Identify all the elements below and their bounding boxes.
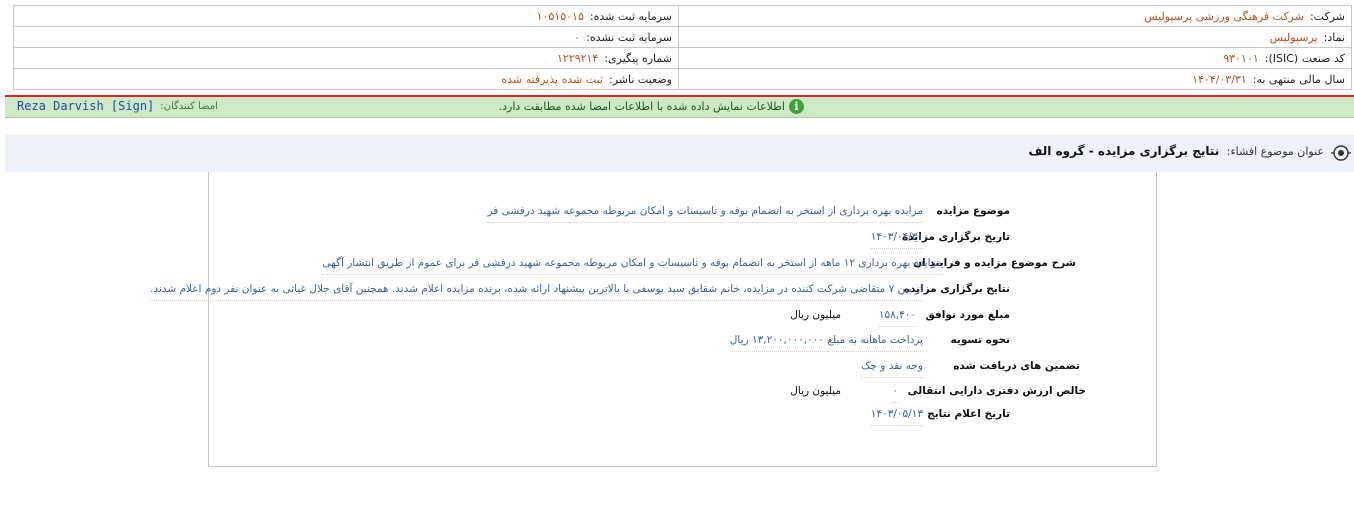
registered-capital-label: سرمایه ثبت شده: — [589, 9, 672, 23]
fiscal-label: سال مالی منتهی به: — [1252, 72, 1345, 86]
process-value: مزایده بهره برداری ۱۲ ماهه از استخر به ا… — [322, 257, 942, 275]
symbol-value[interactable]: پرسپولیس — [1270, 31, 1318, 44]
signers-label: امضا کنندگان: — [160, 100, 218, 112]
company-info-table: شرکت: شرکت فرهنگی ورزشی پرسپولیس سرمایه ث… — [13, 5, 1352, 90]
amount-value: ۱۵۸,۴۰۰ — [878, 309, 916, 327]
tracking-cell: شماره پیگیری: ۱۲۲۹۲۱۴ — [13, 47, 679, 69]
tracking-label: شماره پیگیری: — [604, 51, 672, 65]
isic-cell: کد صنعت (ISIC): ۹۳۰۱۰۱ — [678, 47, 1352, 69]
company-label: شرکت: — [1309, 9, 1345, 23]
net-book-unit: میلیون ریال — [790, 385, 841, 397]
row-results: نتایج برگزاری مزایده از بین ۷ متقاضی شرک… — [150, 283, 1156, 305]
row-topic: موضوع مزایده مزایده بهره برداری از استخر… — [209, 205, 1156, 227]
fiscal-value: ۱۴۰۴/۰۳/۳۱ — [1192, 72, 1247, 86]
net-book-label: خالص ارزش دفتری دارایی انتقالی — [907, 385, 1086, 397]
row-date: تاریخ برگزاری مزایده ۱۴۰۳/۰۴/۳۱ — [209, 231, 1156, 253]
unregistered-capital-label: سرمایه ثبت نشده: — [586, 30, 672, 44]
row-announce: تاریخ اعلام نتایج ۱۴۰۳/۰۵/۱۳ — [209, 408, 1156, 430]
row-net-book: خالص ارزش دفتری دارایی انتقالی ۰ میلیون … — [209, 385, 1156, 407]
amount-unit: میلیون ریال — [790, 309, 841, 321]
isic-label: کد صنعت (ISIC): — [1264, 51, 1345, 65]
subject-title: نتایج برگزاری مزایده - گروه الف — [1028, 144, 1220, 158]
company-value[interactable]: شرکت فرهنگی ورزشی پرسپولیس — [1144, 10, 1304, 23]
tracking-value: ۱۲۲۹۲۱۴ — [556, 51, 599, 65]
verification-message: اطلاعات نمایش داده شده با اطلاعات امضا ش… — [498, 100, 785, 113]
unregistered-capital-value: ۰ — [574, 30, 581, 44]
net-book-value: ۰ — [892, 385, 898, 403]
signer-link[interactable]: Reza Darvish [Sign] — [17, 99, 154, 113]
isic-value: ۹۳۰۱۰۱ — [1223, 51, 1259, 65]
announce-value: ۱۴۰۳/۰۵/۱۳ — [870, 408, 923, 426]
row-settlement: نحوه تسویه پرداخت ماهانه به مبلغ ۱۳,۲۰۰,… — [209, 334, 1156, 356]
subject-text: عنوان موضوع افشاء: نتایج برگزاری مزایده … — [1028, 144, 1324, 158]
verification-message-wrap: i اطلاعات نمایش داده شده با اطلاعات امضا… — [499, 99, 804, 114]
row-amount: مبلغ مورد توافق ۱۵۸,۴۰۰ میلیون ریال — [209, 309, 1156, 331]
registered-capital-cell: سرمایه ثبت شده: ۱۰۵۱۵۰۱۵ — [13, 5, 679, 27]
verification-banner: i اطلاعات نمایش داده شده با اطلاعات امضا… — [5, 97, 1354, 118]
guarantees-value: وجه نقد و چک — [861, 360, 923, 378]
row-process: شرح موضوع مزایده و فرایند ان مزایده بهره… — [209, 257, 1156, 279]
topic-value: مزایده بهره برداری از استخر به انضمام بو… — [487, 205, 923, 223]
signers: Reza Darvish [Sign] امضا کنندگان: — [17, 99, 218, 113]
row-guarantees: تضمین های دریافت شده وجه نقد و چک — [209, 360, 1156, 382]
details-panel: موضوع مزایده مزایده بهره برداری از استخر… — [150, 172, 1157, 467]
publisher-status-label: وضعیت ناشر: — [609, 72, 672, 86]
date-value: ۱۴۰۳/۰۴/۳۱ — [870, 231, 923, 249]
settlement-value: پرداخت ماهانه به مبلغ ۱۳,۲۰۰,۰۰۰,۰۰۰ ریا… — [729, 334, 923, 352]
symbol-label: نماد: — [1323, 30, 1345, 44]
company-cell: شرکت: شرکت فرهنگی ورزشی پرسپولیس — [678, 5, 1352, 27]
subject-label: عنوان موضوع افشاء: — [1226, 145, 1324, 158]
publisher-status-value: ثبت شده پذیرفته شده — [501, 72, 604, 86]
symbol-cell: نماد: پرسپولیس — [678, 26, 1352, 48]
registered-capital-value: ۱۰۵۱۵۰۱۵ — [536, 9, 584, 23]
unregistered-capital-cell: سرمایه ثبت نشده: ۰ — [13, 26, 679, 48]
fiscal-cell: سال مالی منتهی به: ۱۴۰۴/۰۳/۳۱ — [678, 68, 1352, 90]
info-icon: i — [789, 99, 804, 114]
results-value: از بین ۷ متقاضی شرکت کننده در مزایده، خا… — [150, 283, 923, 301]
subject-bar: عنوان موضوع افشاء: نتایج برگزاری مزایده … — [5, 135, 1354, 172]
target-icon — [1331, 145, 1351, 161]
publisher-status-cell: وضعیت ناشر: ثبت شده پذیرفته شده — [13, 68, 679, 90]
